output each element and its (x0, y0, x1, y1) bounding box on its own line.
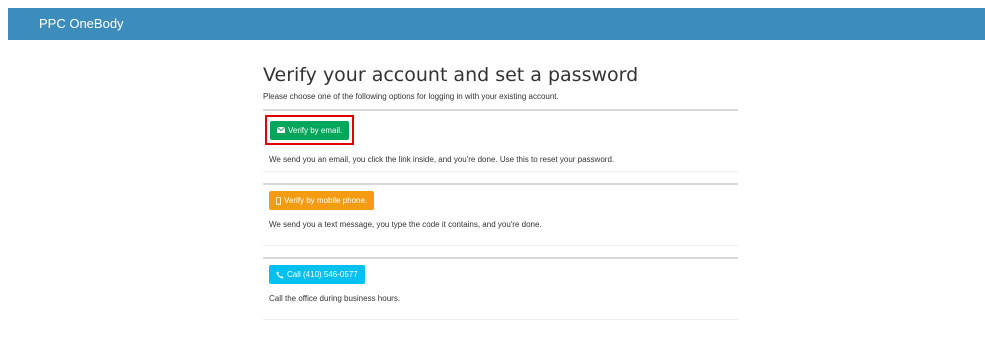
verify-email-label: Verify by email. (288, 125, 343, 135)
main-content: Verify your account and set a password P… (263, 64, 738, 320)
top-navbar: PPC OneBody (8, 8, 985, 40)
option-call-description: Call the office during business hours. (269, 294, 401, 303)
call-office-label: Call (410) 546-0577 (287, 270, 358, 279)
mobile-phone-icon (276, 196, 281, 205)
verify-email-button[interactable]: Verify by email. (270, 120, 350, 140)
highlight-box: Verify by email. (265, 115, 355, 145)
option-email-description: We send you an email, you click the link… (269, 154, 615, 164)
option-call: Call (410) 546-0577 Call the office duri… (263, 257, 738, 320)
option-phone-description: We send you a text message, you type the… (269, 220, 542, 229)
page-subtitle: Please choose one of the following optio… (263, 92, 559, 101)
verify-mobile-button[interactable]: Verify by mobile phone. (269, 191, 375, 210)
page-title: Verify your account and set a password (263, 64, 639, 86)
envelope-icon (277, 127, 285, 133)
option-phone: Verify by mobile phone. We send you a te… (263, 183, 738, 246)
verify-mobile-label: Verify by mobile phone. (284, 196, 368, 205)
brand-link[interactable]: PPC OneBody (39, 16, 124, 32)
call-office-button[interactable]: Call (410) 546-0577 (269, 265, 365, 284)
option-email: Verify by email. We send you an email, y… (263, 109, 738, 172)
phone-icon (276, 271, 284, 279)
